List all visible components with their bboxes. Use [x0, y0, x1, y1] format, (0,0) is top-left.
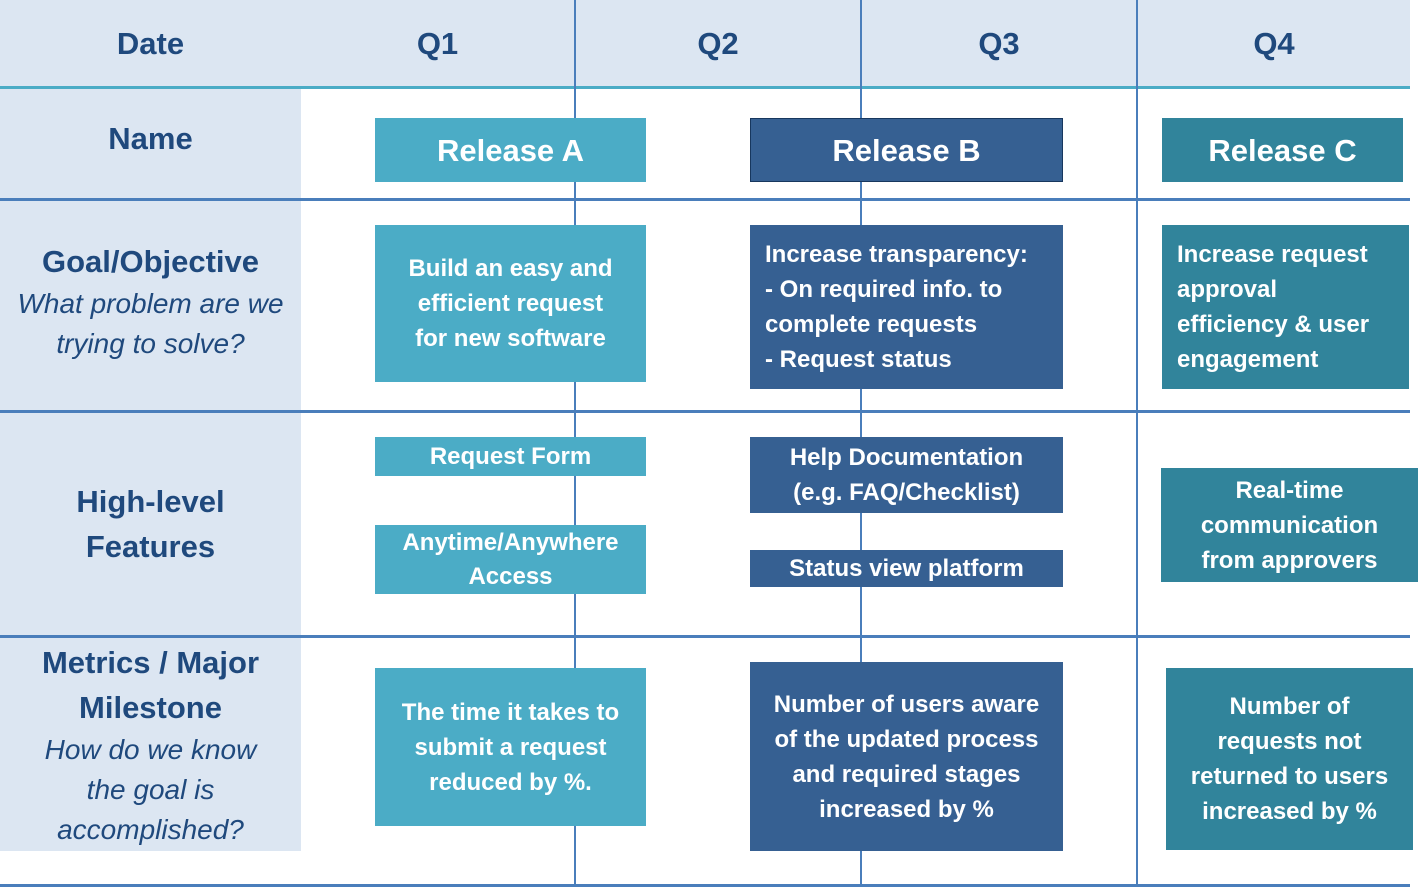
release-a-feature-access[interactable]: Anytime/Anywhere Access: [375, 525, 646, 594]
release-a-goal[interactable]: Build an easy and efficient request for …: [375, 225, 646, 382]
row-title: Goal/Objective: [41, 243, 260, 279]
release-c-feature-realtime[interactable]: Real-time communication from approvers: [1161, 468, 1418, 582]
row-title: Metrics / Major Milestone: [41, 644, 260, 725]
row-title: High-level Features: [76, 484, 225, 564]
release-b-name[interactable]: Release B: [750, 118, 1063, 182]
release-c-goal[interactable]: Increase request approval efficiency & u…: [1162, 225, 1409, 389]
column-divider-q3-q4: [1136, 0, 1138, 886]
release-b-feature-status-view[interactable]: Status view platform: [750, 550, 1063, 587]
release-a-metric[interactable]: The time it takes to submit a request re…: [375, 668, 646, 826]
row-title: Name: [108, 120, 193, 156]
release-b-metric[interactable]: Number of users aware of the updated pro…: [750, 662, 1063, 851]
release-c-name[interactable]: Release C: [1162, 118, 1403, 182]
quarter-header-q3: Q3: [978, 25, 1020, 61]
release-c-metric[interactable]: Number of requests not returned to users…: [1166, 668, 1413, 850]
row-label-metrics: Metrics / Major Milestone How do we know…: [0, 638, 301, 851]
row-divider-metrics: [0, 884, 1410, 887]
quarter-header-q4: Q4: [1253, 25, 1295, 61]
date-header: Date: [116, 25, 185, 61]
release-a-name[interactable]: Release A: [375, 118, 646, 182]
row-subtitle: What problem are we trying to solve?: [17, 287, 284, 359]
release-b-goal[interactable]: Increase transparency: - On required inf…: [750, 225, 1063, 389]
row-label-features: High-level Features: [0, 413, 301, 635]
release-b-feature-help-docs[interactable]: Help Documentation (e.g. FAQ/Checklist): [750, 437, 1063, 513]
release-a-feature-request-form[interactable]: Request Form: [375, 437, 646, 476]
quarter-header-q1: Q1: [416, 25, 459, 61]
row-label-goal: Goal/Objective What problem are we tryin…: [0, 201, 301, 401]
row-subtitle: How do we know the goal is accomplished?: [44, 733, 257, 845]
quarter-header-q2: Q2: [697, 25, 739, 61]
row-label-name: Name: [0, 89, 301, 187]
